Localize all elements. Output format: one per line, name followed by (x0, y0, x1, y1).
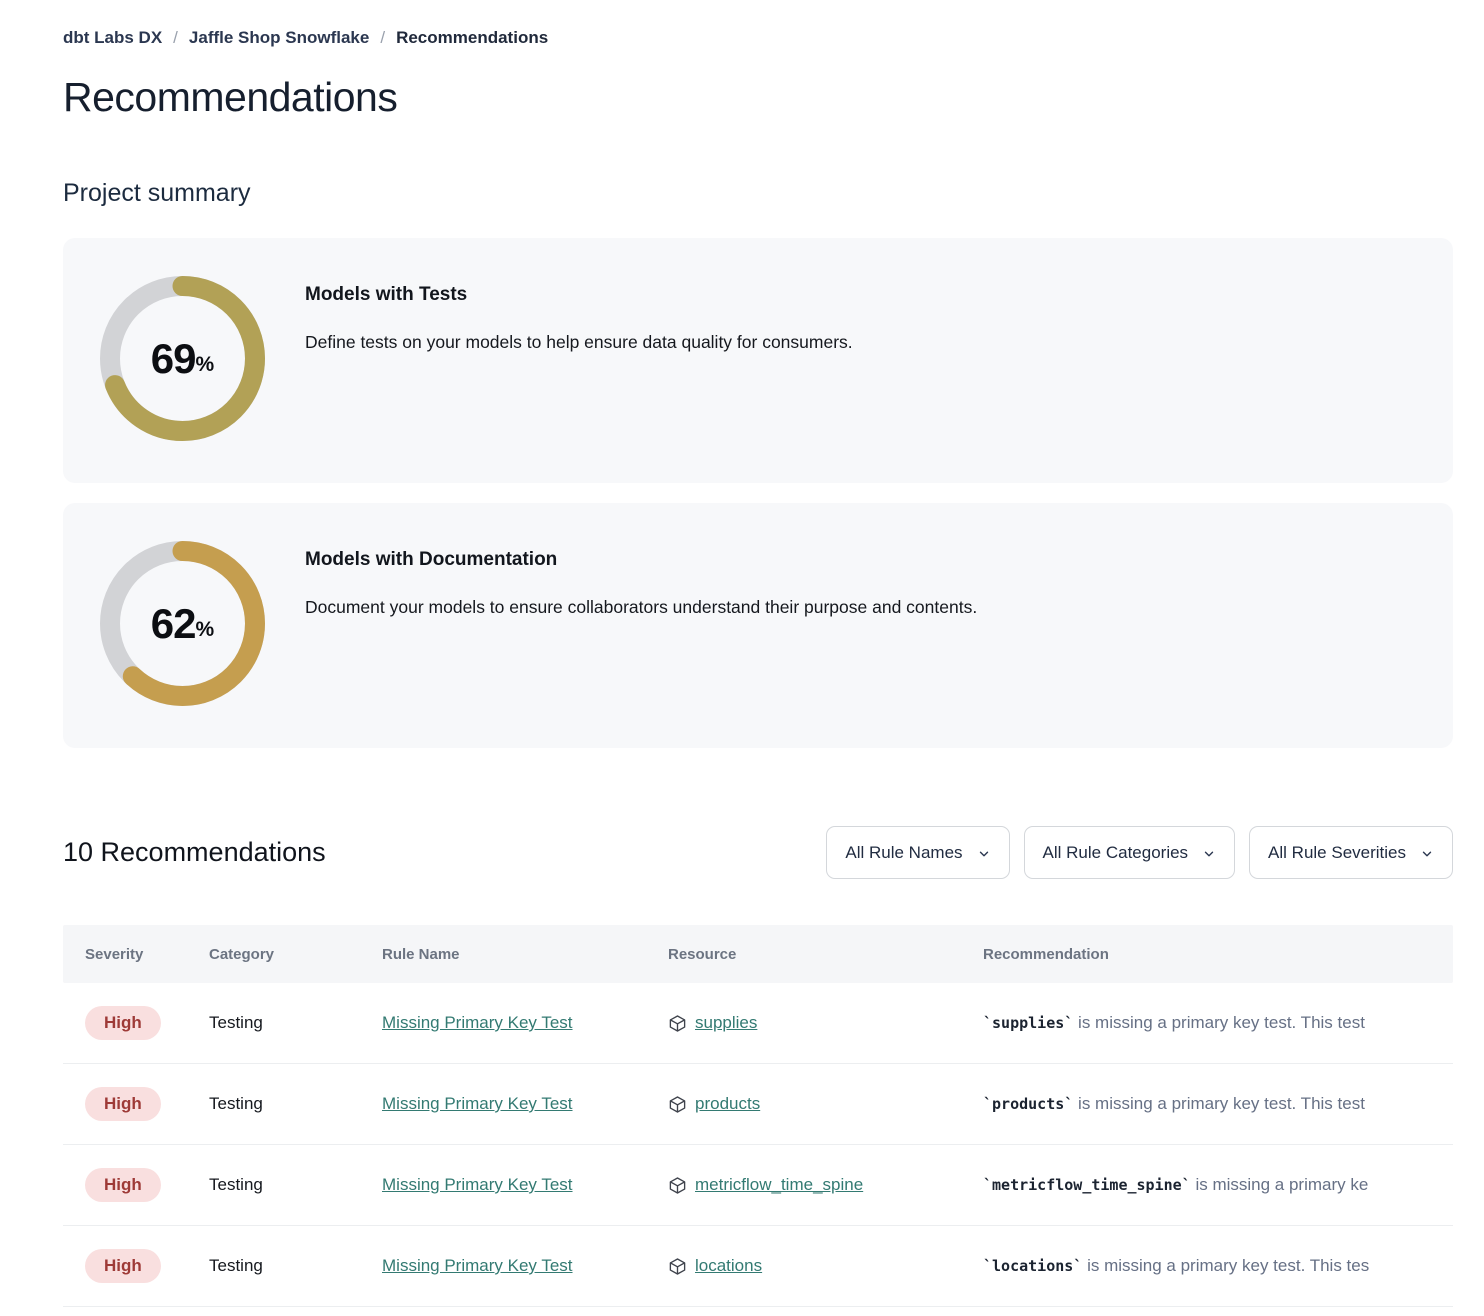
recommendation-text: is missing a primary key test. This test (1078, 1094, 1365, 1113)
resource-code-name: `locations` (983, 1257, 1082, 1275)
card-description: Document your models to ensure collabora… (305, 597, 977, 618)
model-cube-icon (668, 1257, 687, 1276)
rule-name-link[interactable]: Missing Primary Key Test (382, 1013, 573, 1032)
filter-label: All Rule Names (845, 843, 962, 863)
rule-name-cell: Missing Primary Key Test (382, 1175, 668, 1195)
table-row: High Testing Missing Primary Key Test su… (63, 983, 1453, 1064)
chevron-down-icon (1420, 847, 1434, 861)
column-header-rule-name: Rule Name (382, 946, 668, 963)
rule-name-link[interactable]: Missing Primary Key Test (382, 1256, 573, 1275)
card-title: Models with Tests (305, 284, 853, 306)
model-cube-icon (668, 1095, 687, 1114)
docs-coverage-donut-chart: 62 % (100, 541, 265, 706)
rule-names-filter-dropdown[interactable]: All Rule Names (826, 826, 1009, 879)
docs-percentage-value: 62 (151, 600, 196, 648)
recommendation-cell: `locations` is missing a primary key tes… (983, 1256, 1453, 1276)
column-header-severity: Severity (63, 946, 209, 963)
recommendation-text: is missing a primary key test. This tes (1087, 1256, 1369, 1275)
resource-link[interactable]: supplies (695, 1013, 757, 1033)
recommendation-cell: `products` is missing a primary key test… (983, 1094, 1453, 1114)
resource-cell: metricflow_time_spine (668, 1175, 983, 1195)
recommendation-text: is missing a primary key test. This test (1078, 1013, 1365, 1032)
category-cell: Testing (209, 1094, 382, 1114)
card-description: Define tests on your models to help ensu… (305, 332, 853, 353)
breadcrumb: dbt Labs DX / Jaffle Shop Snowflake / Re… (63, 28, 1453, 48)
column-header-recommendation: Recommendation (983, 946, 1453, 963)
severity-cell: High (63, 1087, 209, 1121)
resource-cell: products (668, 1094, 983, 1114)
rule-name-cell: Missing Primary Key Test (382, 1094, 668, 1114)
resource-link[interactable]: products (695, 1094, 760, 1114)
category-cell: Testing (209, 1256, 382, 1276)
rule-name-cell: Missing Primary Key Test (382, 1256, 668, 1276)
rule-name-link[interactable]: Missing Primary Key Test (382, 1175, 573, 1194)
severity-cell: High (63, 1249, 209, 1283)
model-cube-icon (668, 1014, 687, 1033)
column-header-resource: Resource (668, 946, 983, 963)
column-header-category: Category (209, 946, 382, 963)
rule-severities-filter-dropdown[interactable]: All Rule Severities (1249, 826, 1453, 879)
recommendations-table: Severity Category Rule Name Resource Rec… (63, 925, 1453, 1307)
donut-center-label: 62 % (100, 541, 265, 706)
recommendations-page: dbt Labs DX / Jaffle Shop Snowflake / Re… (0, 0, 1484, 1307)
recommendations-toolbar: 10 Recommendations All Rule Names All Ru… (63, 826, 1453, 879)
severity-cell: High (63, 1168, 209, 1202)
resource-code-name: `metricflow_time_spine` (983, 1176, 1191, 1194)
table-row: High Testing Missing Primary Key Test lo… (63, 1226, 1453, 1307)
breadcrumb-item-project[interactable]: Jaffle Shop Snowflake (189, 28, 369, 48)
project-summary-heading: Project summary (63, 179, 1453, 208)
page-title: Recommendations (63, 74, 1453, 121)
resource-code-name: `supplies` (983, 1014, 1073, 1032)
table-row: High Testing Missing Primary Key Test me… (63, 1145, 1453, 1226)
resource-link[interactable]: locations (695, 1256, 762, 1276)
breadcrumb-separator: / (380, 28, 385, 48)
tests-coverage-donut-chart: 69 % (100, 276, 265, 441)
card-title: Models with Documentation (305, 549, 977, 571)
recommendations-count-heading: 10 Recommendations (63, 837, 326, 868)
resource-link[interactable]: metricflow_time_spine (695, 1175, 863, 1195)
severity-badge: High (85, 1087, 161, 1121)
category-cell: Testing (209, 1175, 382, 1195)
donut-center-label: 69 % (100, 276, 265, 441)
table-header-row: Severity Category Rule Name Resource Rec… (63, 925, 1453, 983)
recommendation-cell: `metricflow_time_spine` is missing a pri… (983, 1175, 1453, 1195)
summary-card-models-with-tests: 69 % Models with Tests Define tests on y… (63, 238, 1453, 483)
filters: All Rule Names All Rule Categories All R… (826, 826, 1453, 879)
percent-sign: % (196, 353, 215, 377)
breadcrumb-separator: / (173, 28, 178, 48)
rule-name-link[interactable]: Missing Primary Key Test (382, 1094, 573, 1113)
rule-categories-filter-dropdown[interactable]: All Rule Categories (1024, 826, 1236, 879)
resource-cell: supplies (668, 1013, 983, 1033)
summary-card-models-with-documentation: 62 % Models with Documentation Document … (63, 503, 1453, 748)
breadcrumb-item-account[interactable]: dbt Labs DX (63, 28, 162, 48)
filter-label: All Rule Categories (1043, 843, 1189, 863)
percent-sign: % (196, 618, 215, 642)
resource-cell: locations (668, 1256, 983, 1276)
table-row: High Testing Missing Primary Key Test pr… (63, 1064, 1453, 1145)
rule-name-cell: Missing Primary Key Test (382, 1013, 668, 1033)
filter-label: All Rule Severities (1268, 843, 1406, 863)
severity-badge: High (85, 1249, 161, 1283)
breadcrumb-item-current: Recommendations (396, 28, 548, 48)
model-cube-icon (668, 1176, 687, 1195)
chevron-down-icon (977, 847, 991, 861)
chevron-down-icon (1202, 847, 1216, 861)
severity-badge: High (85, 1168, 161, 1202)
recommendation-text: is missing a primary ke (1195, 1175, 1368, 1194)
tests-percentage-value: 69 (151, 335, 196, 383)
resource-code-name: `products` (983, 1095, 1073, 1113)
severity-badge: High (85, 1006, 161, 1040)
category-cell: Testing (209, 1013, 382, 1033)
recommendation-cell: `supplies` is missing a primary key test… (983, 1013, 1453, 1033)
severity-cell: High (63, 1006, 209, 1040)
